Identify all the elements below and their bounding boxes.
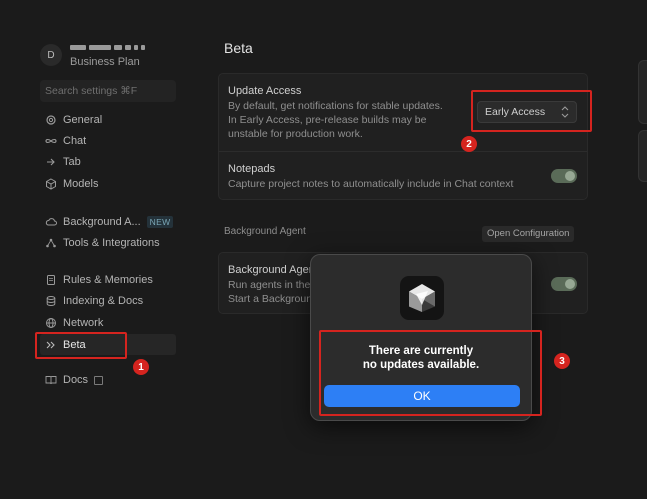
- sidebar-item-label: General: [63, 114, 103, 126]
- book-icon: [45, 374, 57, 386]
- sidebar-item-label: Rules & Memories: [63, 274, 153, 286]
- annotation-number-2: 2: [461, 136, 477, 152]
- database-icon: [45, 295, 57, 307]
- highlight-box-update-access: [471, 90, 592, 132]
- sidebar-item-label: Tools & Integrations: [63, 237, 160, 249]
- cube-icon: [45, 178, 57, 190]
- sidebar-item-background-agent[interactable]: Background A... NEW: [40, 212, 176, 232]
- divider: [219, 151, 587, 152]
- page-title: Beta: [224, 40, 253, 56]
- search-input[interactable]: Search settings ⌘F: [40, 80, 176, 102]
- side-panel-edge: [638, 130, 647, 182]
- sidebar-item-rules[interactable]: Rules & Memories: [40, 270, 176, 290]
- sidebar-item-docs[interactable]: Docs: [40, 370, 176, 390]
- sidebar-item-label: Models: [63, 178, 99, 190]
- notepads-description: Capture project notes to automatically i…: [228, 178, 514, 190]
- sidebar-item-label: Network: [63, 317, 104, 329]
- avatar: D: [40, 44, 62, 66]
- highlight-box-dialog: [319, 330, 542, 416]
- annotation-number-1: 1: [133, 359, 149, 375]
- app-logo-icon: [400, 276, 444, 320]
- sidebar-item-label: Docs: [63, 374, 89, 386]
- sidebar-item-tools[interactable]: Tools & Integrations: [40, 233, 176, 253]
- globe-icon: [45, 317, 57, 329]
- update-access-description: By default, get notifications for stable…: [228, 100, 443, 140]
- document-icon: [45, 274, 57, 286]
- plan-label: Business Plan: [70, 56, 140, 68]
- user-name-redacted: [70, 41, 170, 52]
- sidebar-item-chat[interactable]: Chat: [40, 131, 176, 151]
- annotation-number-3: 3: [554, 353, 570, 369]
- sidebar-item-tab[interactable]: Tab: [40, 152, 176, 172]
- arrow-right-icon: [45, 156, 57, 168]
- cloud-icon: [45, 216, 57, 228]
- side-panel-edge: [638, 60, 647, 124]
- infinity-icon: [45, 135, 57, 147]
- sidebar-item-label: Background A...: [63, 216, 141, 228]
- sidebar-item-label: Chat: [63, 135, 87, 147]
- notepads-title: Notepads: [228, 163, 276, 175]
- sidebar-item-models[interactable]: Models: [40, 174, 176, 194]
- background-agent-description: Run agents in the Start a Background: [228, 279, 318, 305]
- sidebar-item-indexing[interactable]: Indexing & Docs: [40, 291, 176, 311]
- highlight-box-beta: [35, 332, 127, 359]
- background-agent-toggle[interactable]: [551, 277, 577, 291]
- sidebar-item-label: Tab: [63, 156, 81, 168]
- background-agent-section-label: Background Agent: [224, 226, 306, 237]
- tools-icon: [45, 237, 57, 249]
- notepads-toggle[interactable]: [551, 169, 577, 183]
- open-configuration-button[interactable]: Open Configuration: [482, 226, 575, 242]
- sidebar-item-general[interactable]: General: [40, 110, 176, 130]
- sidebar-item-network[interactable]: Network: [40, 313, 176, 333]
- gear-icon: [45, 114, 57, 126]
- background-agent-title: Background Agent: [228, 264, 318, 276]
- sidebar-item-label: Indexing & Docs: [63, 295, 144, 307]
- update-access-title: Update Access: [228, 85, 302, 97]
- new-badge: NEW: [146, 216, 174, 228]
- external-link-icon: [94, 375, 104, 385]
